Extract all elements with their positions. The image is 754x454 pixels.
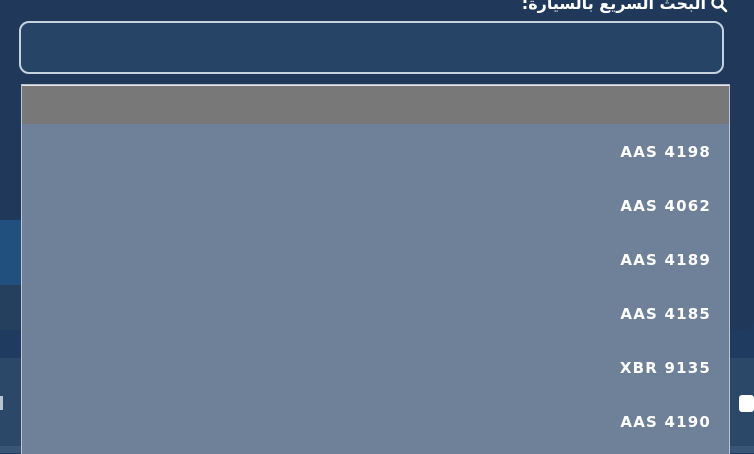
- row-checkbox[interactable]: [739, 395, 754, 412]
- dropdown-header: [22, 85, 729, 124]
- dropdown-item-plate[interactable]: AAS 4189: [22, 232, 729, 286]
- row-edge-marker: [0, 396, 3, 410]
- car-search-input[interactable]: [19, 21, 724, 74]
- dropdown-item-plate[interactable]: AAS 4062: [22, 178, 729, 232]
- dropdown-item-plate[interactable]: AAS 4198: [22, 124, 729, 178]
- search-label: البحث السريع بالسيارة:: [522, 0, 728, 13]
- search-icon: [710, 0, 728, 13]
- background-highlight-strip: [0, 220, 22, 285]
- background-band: [0, 285, 22, 330]
- car-search-dropdown: AAS 4198 AAS 4062 AAS 4189 AAS 4185 XBR …: [21, 84, 730, 454]
- dropdown-item-plate[interactable]: AAS 4185: [22, 286, 729, 340]
- dropdown-item-plate[interactable]: XBR 9135: [22, 340, 729, 394]
- dropdown-item-plate[interactable]: AAS 4190: [22, 394, 729, 448]
- search-label-text: البحث السريع بالسيارة:: [521, 0, 706, 13]
